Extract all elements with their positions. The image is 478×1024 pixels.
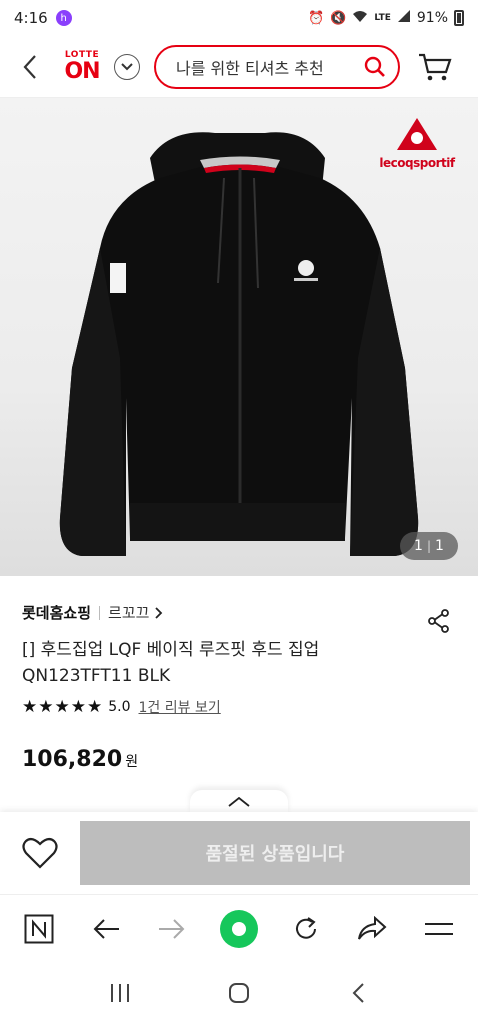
star-icon: ★ [22, 696, 38, 717]
refresh-button[interactable] [281, 904, 331, 954]
status-icons: ⏰ 🔇 LTE 91% [308, 9, 464, 27]
star-icon: ★ [54, 696, 70, 717]
status-bar: 4:16 h ⏰ 🔇 LTE 91% [0, 0, 478, 36]
mute-icon: 🔇 [330, 10, 347, 26]
share-arrow-icon [358, 915, 387, 940]
product-title: [] 후드집업 LQF 베이직 루즈핏 후드 집업 QN123TFT11 BLK [22, 640, 320, 686]
rooster-logo-icon [397, 118, 437, 150]
rating-row: ★ ★ ★ ★ ★ 5.0 1건 리뷰 보기 [22, 697, 456, 717]
image-total: 1 [435, 538, 444, 554]
signal-icon [397, 9, 411, 27]
rating-value: 5.0 [108, 699, 131, 715]
browser-toolbar [0, 894, 478, 962]
image-counter-separator: | [426, 539, 432, 553]
share-icon [428, 609, 449, 633]
product-info: 롯데홈쇼핑 르꼬끄 [] 후드집업 LQF 베이직 루즈핏 후드 집업 QN12… [0, 576, 478, 772]
currency: 원 [125, 754, 139, 770]
chevron-right-icon[interactable] [155, 606, 163, 619]
search-icon[interactable] [364, 56, 386, 78]
lotte-on-logo[interactable]: LOTTE ON [52, 42, 112, 92]
price-row: 106,820 원 [22, 747, 456, 772]
status-time: 4:16 [14, 9, 48, 27]
home-dot-icon [219, 909, 258, 948]
expand-panel-button[interactable] [190, 790, 288, 814]
logo-top-text: LOTTE [64, 49, 100, 60]
battery-percent: 91% [416, 10, 448, 26]
rating-stars: ★ ★ ★ ★ ★ [22, 696, 103, 717]
browser-share-button[interactable] [347, 904, 397, 954]
share-button[interactable] [424, 606, 454, 636]
battery-icon [454, 10, 464, 26]
alarm-icon: ⏰ [307, 10, 325, 26]
brand-logo: lecoqsportif [376, 116, 458, 170]
browser-home-button[interactable] [214, 904, 264, 954]
app-notification-icon: h [55, 10, 72, 26]
menu-icon [424, 922, 453, 935]
system-home-button[interactable] [214, 968, 264, 1018]
search-input[interactable] [176, 57, 346, 76]
search-bar[interactable] [154, 44, 400, 89]
image-counter: 1 | 1 [400, 532, 458, 560]
chevron-up-icon [228, 797, 250, 807]
app-header: LOTTE ON [0, 36, 478, 98]
seller-name[interactable]: 롯데홈쇼핑 [22, 602, 91, 623]
naver-button[interactable] [14, 904, 64, 954]
star-icon: ★ [38, 696, 54, 717]
browser-forward-button[interactable] [147, 904, 197, 954]
product-image[interactable]: lecoqsportif 1 | 1 [0, 98, 478, 576]
chevron-left-icon [23, 54, 36, 79]
recents-icon [110, 984, 129, 1002]
home-icon [228, 983, 249, 1003]
back-icon [352, 983, 365, 1003]
brand-logo-text: lecoqsportif [379, 156, 455, 170]
logo-main-text: ON [64, 58, 100, 84]
image-current: 1 [414, 538, 423, 554]
price: 106,820 [22, 747, 123, 772]
browser-back-button[interactable] [81, 904, 131, 954]
review-link[interactable]: 1건 리뷰 보기 [139, 697, 221, 717]
back-button[interactable] [10, 47, 50, 87]
purchase-bar: 품절된 상품입니다 [0, 812, 478, 894]
logo-dropdown-button[interactable] [114, 53, 140, 80]
brand-link[interactable]: 르꼬끄 [108, 602, 149, 623]
naver-n-icon [24, 914, 54, 943]
star-icon: ★ [70, 696, 86, 717]
wifi-icon [352, 9, 368, 27]
cart-icon [419, 53, 452, 80]
seller-row: 롯데홈쇼핑 르꼬끄 [22, 602, 456, 623]
star-icon: ★ [87, 696, 103, 717]
system-navigation [0, 962, 478, 1024]
system-back-button[interactable] [333, 968, 383, 1018]
chevron-down-icon [121, 62, 133, 70]
network-label: LTE [374, 13, 391, 23]
forward-arrow-icon [159, 918, 185, 939]
heart-icon [22, 837, 58, 869]
divider [99, 605, 101, 620]
back-arrow-icon [93, 918, 119, 939]
refresh-icon [295, 916, 316, 939]
wishlist-button[interactable] [0, 821, 80, 885]
cart-button[interactable] [416, 48, 454, 86]
recents-button[interactable] [95, 968, 145, 1018]
menu-button[interactable] [414, 904, 464, 954]
soldout-button[interactable]: 품절된 상품입니다 [80, 821, 470, 885]
